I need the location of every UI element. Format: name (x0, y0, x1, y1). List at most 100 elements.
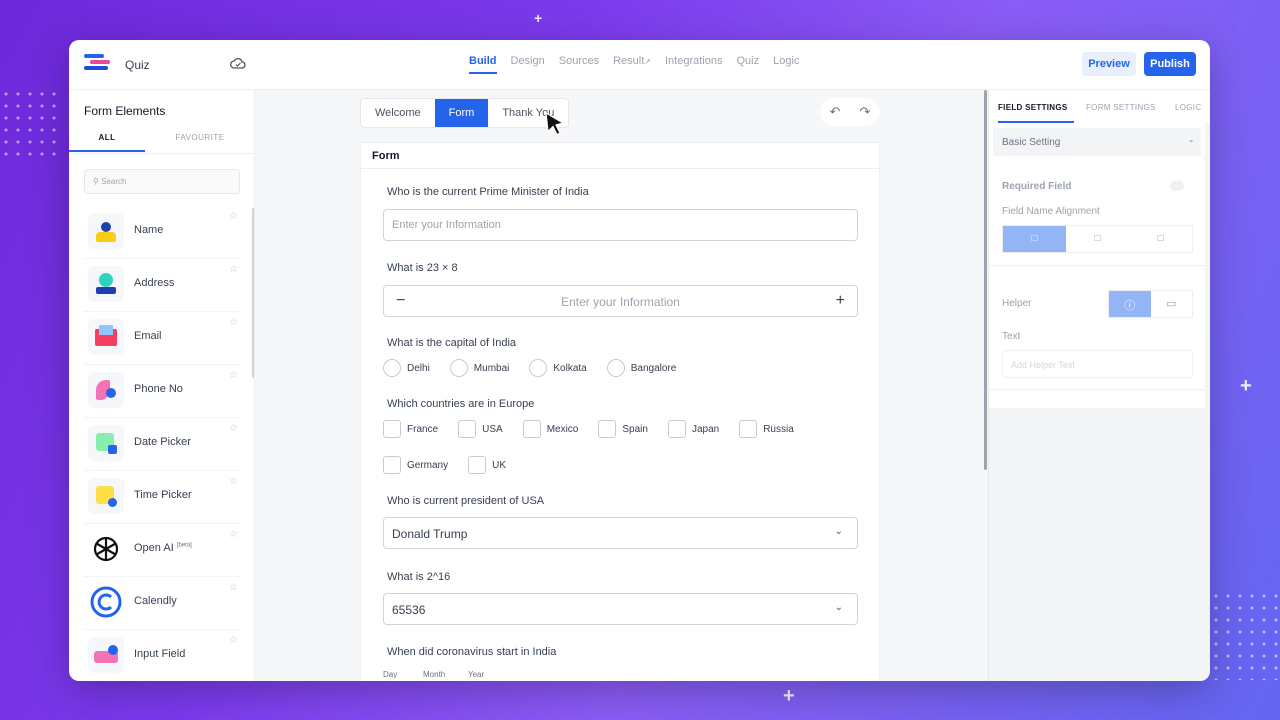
helper-text-input[interactable]: Add Helper Text (1002, 350, 1193, 378)
checkbox-option[interactable]: USA (458, 420, 503, 438)
element-item-open-ai[interactable]: Open AI [beta] ☆ (84, 524, 240, 577)
tab-form-settings[interactable]: FORM SETTINGS (1086, 103, 1156, 112)
tab-all[interactable]: ALL (69, 133, 145, 152)
power-select[interactable]: 65536 ⌄ (383, 593, 858, 625)
star-icon[interactable]: ☆ (229, 211, 238, 222)
element-item-name[interactable]: Name ☆ (84, 206, 240, 259)
checkbox-option[interactable]: Germany (383, 456, 448, 474)
element-label: Date Picker (134, 436, 191, 448)
star-icon[interactable]: ☆ (229, 476, 238, 487)
option-label: Japan (691, 423, 720, 435)
cloud-sync-icon[interactable] (230, 57, 246, 72)
star-icon[interactable]: ☆ (229, 264, 238, 275)
search-input[interactable]: ⚲ Search (84, 169, 240, 194)
form-step-tabs: Welcome Form Thank You (360, 98, 570, 128)
checkbox-option[interactable]: France (383, 420, 438, 438)
question-label: When did coronavirus start in India (387, 646, 557, 658)
checkbox-option[interactable]: Russia (739, 420, 794, 438)
star-icon[interactable]: ☆ (229, 370, 238, 381)
align-top-icon[interactable]: □ (1003, 226, 1066, 252)
element-item-phone[interactable]: Phone No ☆ (84, 365, 240, 418)
redo-icon[interactable]: ↷ (860, 104, 871, 120)
element-label: Phone No (134, 383, 183, 395)
star-icon[interactable]: ☆ (229, 423, 238, 434)
element-item-address[interactable]: Address ☆ (84, 259, 240, 312)
radio-button[interactable] (529, 359, 548, 377)
nav-build[interactable]: Build (469, 55, 497, 74)
checkbox-option[interactable]: Japan (667, 420, 720, 438)
president-select[interactable]: Donald Trump ⌄ (383, 517, 858, 549)
checkbox[interactable] (522, 420, 541, 438)
nav-result[interactable]: Result↗ (613, 55, 651, 74)
checkbox[interactable] (468, 456, 487, 474)
element-label: Input Field (134, 648, 186, 660)
star-icon[interactable]: ☆ (229, 317, 238, 328)
basic-setting-header[interactable]: Basic Setting - (993, 128, 1201, 156)
alignment-label: Field Name Alignment (1002, 206, 1100, 217)
radio-button[interactable] (383, 359, 401, 377)
required-field-label: Required Field (1002, 181, 1072, 192)
checkbox-option[interactable]: Mexico (522, 420, 578, 438)
tab-field-settings[interactable]: FIELD SETTINGS (998, 103, 1074, 123)
info-icon[interactable]: ⓘ (1109, 291, 1151, 317)
nav-quiz[interactable]: Quiz (736, 55, 759, 74)
background-dots (0, 88, 60, 158)
checkbox-option[interactable]: Spain (598, 420, 648, 438)
radio-option[interactable]: Mumbai (449, 359, 510, 377)
nav-design[interactable]: Design (511, 55, 545, 74)
plus-icon[interactable]: + (836, 292, 845, 310)
helper-options: ⓘ ▭ (1108, 290, 1193, 318)
star-icon[interactable]: ☆ (229, 529, 238, 540)
preview-button[interactable]: Preview (1082, 52, 1136, 76)
publish-button[interactable]: Publish (1144, 52, 1196, 76)
search-placeholder: Search (101, 177, 127, 186)
tab-logic[interactable]: LOGIC (1175, 103, 1201, 112)
external-link-icon: ↗ (644, 57, 651, 66)
calendar-icon (88, 425, 124, 461)
element-item-date-picker[interactable]: Date Picker ☆ (84, 418, 240, 471)
number-input[interactable]: − Enter your Information + (383, 285, 858, 317)
divider (989, 389, 1205, 390)
align-left-icon[interactable]: □ (1066, 226, 1129, 252)
radio-group: Delhi Mumbai Kolkata Bangalore (383, 359, 696, 377)
question-label: What is 2^16 (387, 571, 451, 583)
star-icon[interactable]: ☆ (229, 582, 238, 593)
element-item-time-picker[interactable]: Time Picker ☆ (84, 471, 240, 524)
checkbox[interactable] (383, 456, 401, 474)
tab-form[interactable]: Form (434, 99, 489, 127)
history-controls: ↶ ↷ (820, 98, 880, 126)
checkbox-option[interactable]: UK (468, 456, 506, 474)
text-input[interactable]: Enter your Information (383, 209, 858, 241)
star-icon[interactable]: ☆ (229, 635, 238, 646)
tooltip-icon[interactable]: ▭ (1151, 291, 1193, 317)
option-label: Mumbai (473, 362, 510, 374)
checkbox[interactable] (458, 420, 477, 438)
align-right-icon[interactable]: □ (1129, 226, 1192, 252)
minus-icon[interactable]: − (396, 292, 405, 310)
radio-option[interactable]: Bangalore (606, 359, 676, 377)
scrollbar[interactable] (984, 90, 987, 470)
nav-sources[interactable]: Sources (559, 55, 599, 74)
tab-favourite[interactable]: FAVOURITE (165, 133, 235, 142)
element-item-input-field[interactable]: Input Field ☆ (84, 630, 240, 681)
radio-button[interactable] (606, 359, 625, 377)
collapse-icon[interactable]: - (1189, 135, 1193, 147)
checkbox[interactable] (598, 420, 617, 438)
radio-option[interactable]: Kolkata (529, 359, 587, 377)
checkbox[interactable] (739, 420, 758, 438)
settings-tabs: FIELD SETTINGS FORM SETTINGS LOGIC (989, 90, 1210, 123)
nav-logic[interactable]: Logic (773, 55, 799, 74)
section-title: Basic Setting (1002, 137, 1061, 148)
element-item-calendly[interactable]: Calendly ☆ (84, 577, 240, 630)
checkbox[interactable] (667, 420, 686, 438)
radio-button[interactable] (449, 359, 468, 377)
radio-option[interactable]: Delhi (383, 359, 430, 377)
checkbox-group: France USA Mexico Spain Japan Russia (383, 420, 814, 438)
tab-welcome[interactable]: Welcome (361, 99, 435, 127)
required-toggle[interactable] (1170, 181, 1184, 191)
element-item-email[interactable]: Email ☆ (84, 312, 240, 365)
nav-integrations[interactable]: Integrations (665, 55, 722, 74)
undo-icon[interactable]: ↶ (830, 104, 841, 120)
checkbox[interactable] (383, 420, 401, 438)
plus-decoration-icon: + (1240, 375, 1252, 397)
